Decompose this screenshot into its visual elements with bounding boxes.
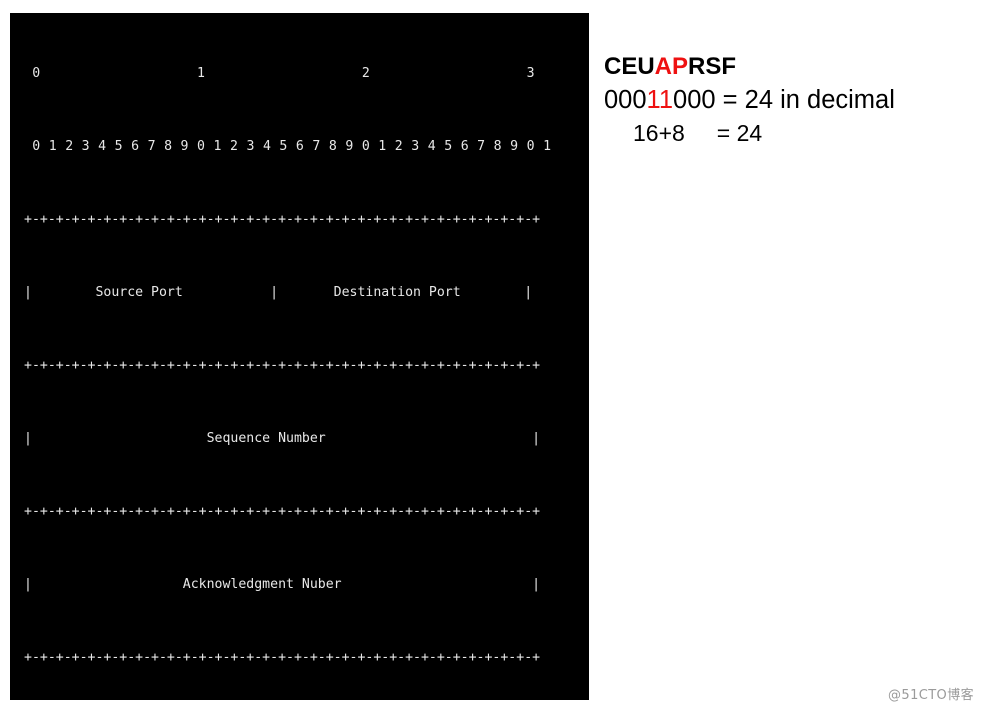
sum-addends: 16+8 (633, 120, 685, 146)
diagram-line-word-ruler: 0 1 2 3 (24, 65, 535, 81)
flag-letters-suffix: RSF (688, 53, 737, 80)
diagram-separator: +-+-+-+-+-+-+-+-+-+-+-+-+-+-+-+-+-+-+-+-… (24, 649, 541, 665)
sum-gap (685, 120, 717, 146)
bit-string-highlight: 11 (646, 86, 674, 114)
flag-letters-prefix: CEU (604, 53, 655, 80)
diagram-row-ack: | Acknowledgment Nuber | (24, 576, 541, 592)
bit-string-prefix: 000 (604, 86, 647, 114)
sum-result: = 24 (716, 120, 763, 146)
bit-string-equals: = 24 in decimal (715, 86, 895, 114)
site-watermark: @51CTO博客 (888, 688, 974, 703)
diagram-row-sequence: | Sequence Number | (24, 430, 541, 446)
diagram-separator: +-+-+-+-+-+-+-+-+-+-+-+-+-+-+-+-+-+-+-+-… (24, 503, 541, 519)
diagram-separator: +-+-+-+-+-+-+-+-+-+-+-+-+-+-+-+-+-+-+-+-… (24, 357, 541, 373)
flags-annotation: CEUAPRSF 00011000 = 24 in decimal 16+8 =… (604, 52, 984, 149)
bit-string-suffix: 000 (673, 86, 716, 114)
tcp-header-diagram: 0 1 2 3 0 1 2 3 4 5 6 7 8 9 0 1 2 3 4 5 … (10, 13, 589, 700)
annotation-bit-string: 00011000 = 24 in decimal (604, 84, 984, 117)
diagram-separator: +-+-+-+-+-+-+-+-+-+-+-+-+-+-+-+-+-+-+-+-… (24, 211, 541, 227)
diagram-line-bit-ruler: 0 1 2 3 4 5 6 7 8 9 0 1 2 3 4 5 6 7 8 9 … (24, 138, 552, 154)
flag-letters-highlight: AP (654, 53, 689, 80)
annotation-flag-letters: CEUAPRSF (604, 52, 984, 82)
annotation-sum: 16+8 = 24 (604, 117, 984, 149)
diagram-row-ports: | Source Port | Destination Port | (24, 284, 533, 300)
